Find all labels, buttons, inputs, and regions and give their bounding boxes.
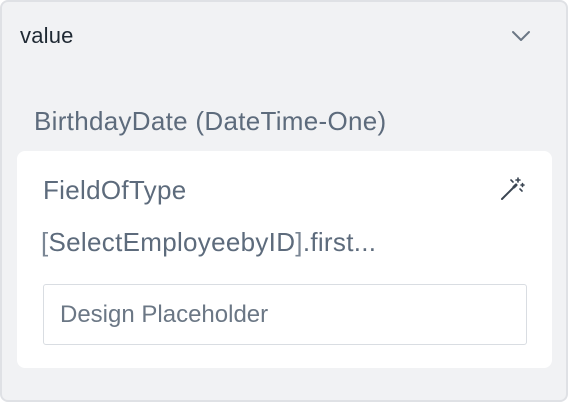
- field-heading: BirthdayDate (DateTime-One): [34, 106, 387, 136]
- expression-suffix: .first...: [302, 227, 377, 257]
- design-placeholder-input[interactable]: [43, 284, 527, 345]
- panel-title: value: [20, 23, 74, 48]
- panel-header[interactable]: value: [2, 2, 566, 70]
- expression-source-name: SelectEmployeebyID: [48, 227, 296, 257]
- field-card: FieldOfType [SelectEmployeebyID].first..…: [17, 151, 552, 368]
- chevron-down-icon[interactable]: [510, 25, 532, 47]
- magic-wand-icon[interactable]: [499, 176, 525, 202]
- value-panel: value BirthdayDate (DateTime-One) FieldO…: [0, 0, 568, 402]
- expression-close-bracket: ]: [295, 227, 303, 257]
- field-type-label: FieldOfType: [43, 175, 187, 205]
- field-expression[interactable]: [SelectEmployeebyID].first...: [41, 227, 376, 258]
- expression-open-bracket: [: [41, 227, 49, 257]
